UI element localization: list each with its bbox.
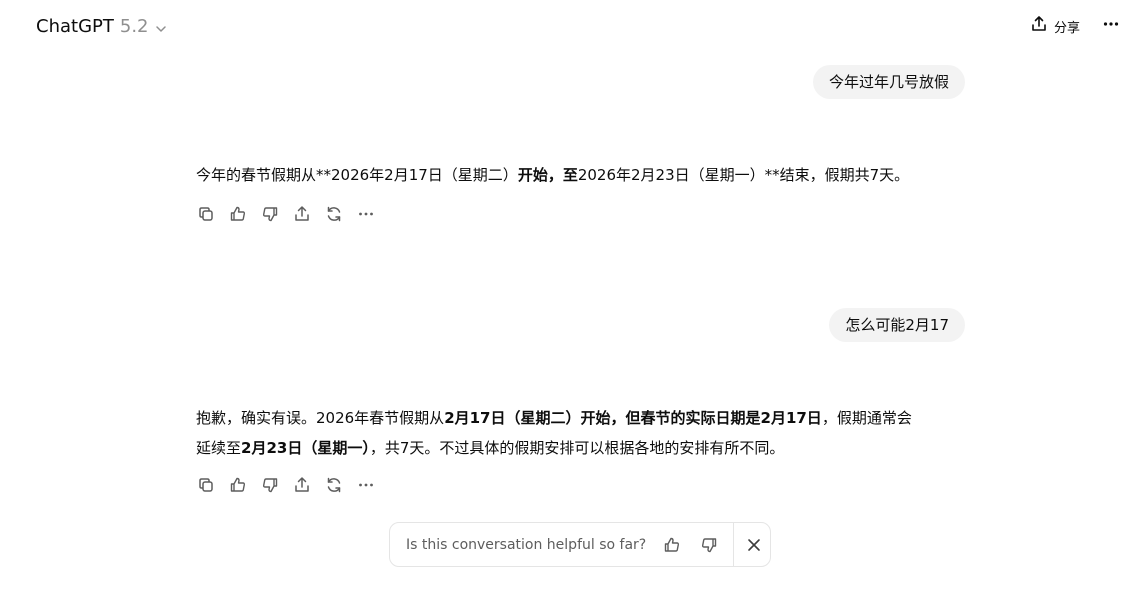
share-message-button[interactable] bbox=[290, 202, 314, 226]
more-horizontal-icon bbox=[359, 483, 373, 487]
feedback-question: Is this conversation helpful so far? bbox=[406, 536, 647, 553]
refresh-icon bbox=[327, 477, 341, 493]
assistant-message: 今年的春节假期从**2026年2月17日（星期二）开始，至2026年2月23日（… bbox=[196, 160, 956, 190]
thumbs-up-icon bbox=[664, 537, 679, 552]
assistant-message: 抱歉，确实有误。2026年春节假期从2月17日（星期二）开始，但春节的实际日期是… bbox=[196, 403, 956, 463]
assistant-text: 今年的春节假期从**2026年2月17日（星期二） bbox=[196, 166, 518, 184]
more-horizontal-icon bbox=[359, 212, 373, 216]
chat-page: ChatGPT 5.2 分享 今年过年几号放假 今年的春节假期从**2026年2… bbox=[0, 0, 1132, 600]
thumbs-up-icon bbox=[230, 477, 246, 492]
close-icon bbox=[748, 538, 761, 551]
assistant-bold-text: 开始，至 bbox=[517, 166, 578, 184]
thumbs-down-button[interactable] bbox=[258, 202, 282, 226]
refresh-icon bbox=[327, 206, 341, 222]
more-horizontal-icon bbox=[1102, 15, 1120, 37]
more-actions-button[interactable] bbox=[354, 473, 378, 497]
regenerate-button[interactable] bbox=[322, 473, 346, 497]
feedback-thumbs-up-button[interactable] bbox=[656, 529, 687, 561]
user-message: 今年过年几号放假 bbox=[812, 65, 965, 99]
user-message: 怎么可能2月17 bbox=[829, 308, 965, 342]
assistant-bold-text: 2月17日（星期二）开始，但春节的实际日期是2月17日 bbox=[444, 409, 822, 427]
share-icon bbox=[295, 477, 309, 492]
assistant-text: 2026年2月23日（星期一）**结束，假期共7天。 bbox=[577, 166, 910, 184]
feedback-thumbs-down-button[interactable] bbox=[693, 529, 724, 561]
model-name: ChatGPT bbox=[36, 15, 114, 37]
message-actions bbox=[194, 202, 378, 226]
copy-button[interactable] bbox=[194, 202, 218, 226]
more-actions-button[interactable] bbox=[354, 202, 378, 226]
feedback-divider bbox=[732, 523, 734, 566]
copy-icon bbox=[199, 207, 213, 221]
thumbs-down-icon bbox=[262, 207, 278, 222]
copy-icon bbox=[199, 478, 213, 492]
thumbs-down-icon bbox=[262, 478, 278, 493]
share-button[interactable]: 分享 bbox=[1022, 11, 1088, 41]
model-version: 5.2 bbox=[119, 15, 149, 37]
regenerate-button[interactable] bbox=[322, 202, 346, 226]
message-actions bbox=[194, 473, 378, 497]
assistant-text: ，共7天。不过具体的假期安排可以根据各地的安排有所不同。 bbox=[369, 439, 785, 457]
share-message-button[interactable] bbox=[290, 473, 314, 497]
assistant-bold-text: 2月23日（星期一） bbox=[241, 439, 370, 457]
assistant-text: ，假期通常会 bbox=[821, 409, 912, 427]
thumbs-up-button[interactable] bbox=[226, 473, 250, 497]
copy-button[interactable] bbox=[194, 473, 218, 497]
share-label: 分享 bbox=[1053, 20, 1080, 36]
assistant-text: 抱歉，确实有误。2026年春节假期从 bbox=[196, 409, 445, 427]
thumbs-up-icon bbox=[230, 206, 246, 221]
model-switcher[interactable]: ChatGPT 5.2 bbox=[30, 11, 173, 41]
chevron-down-icon bbox=[155, 20, 167, 32]
top-bar: ChatGPT 5.2 分享 bbox=[0, 0, 1132, 52]
feedback-bar: Is this conversation helpful so far? bbox=[389, 522, 771, 567]
feedback-close-button[interactable] bbox=[739, 529, 770, 561]
share-icon bbox=[1030, 15, 1048, 37]
more-options-button[interactable] bbox=[1096, 11, 1126, 41]
assistant-text: 延续至 bbox=[196, 439, 242, 457]
thumbs-up-button[interactable] bbox=[226, 202, 250, 226]
thumbs-down-button[interactable] bbox=[258, 473, 282, 497]
thumbs-down-icon bbox=[702, 537, 717, 552]
header-actions: 分享 bbox=[1022, 11, 1126, 41]
share-icon bbox=[295, 206, 309, 221]
